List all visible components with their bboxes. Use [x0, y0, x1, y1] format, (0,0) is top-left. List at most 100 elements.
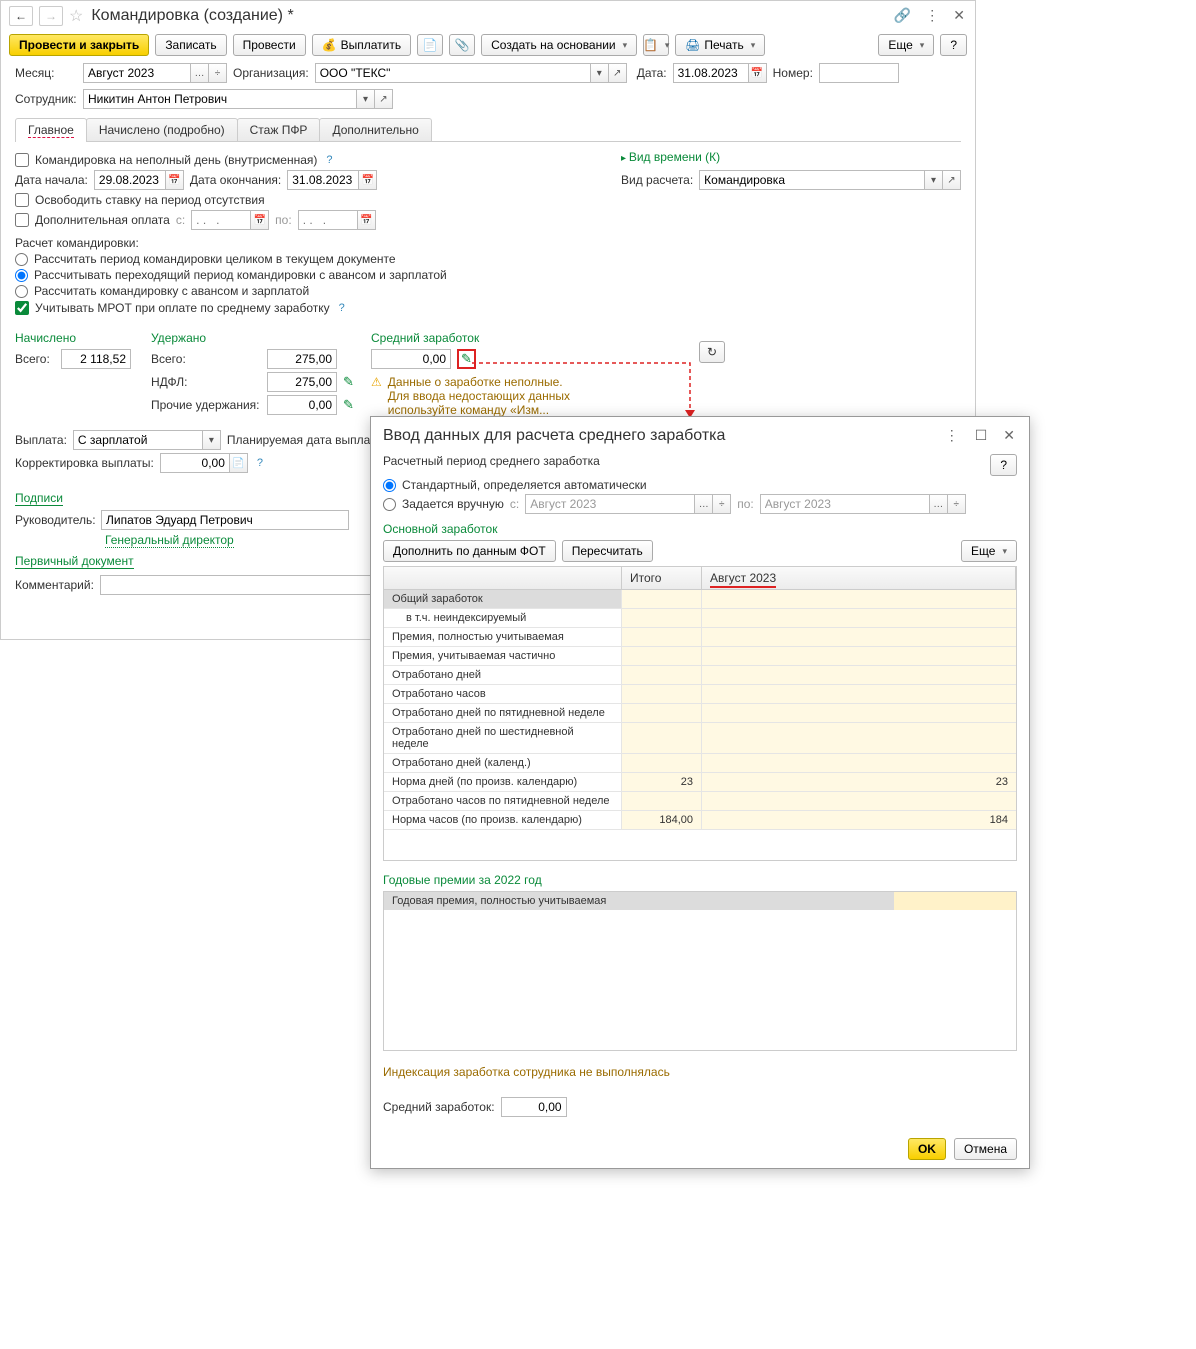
kebab-icon[interactable]: ⋮: [923, 5, 941, 26]
release-rate-checkbox[interactable]: [15, 193, 29, 207]
pay-button[interactable]: 💰Выплатить: [312, 34, 411, 56]
signs-link[interactable]: Подписи: [15, 491, 63, 506]
start-date-input[interactable]: [94, 170, 166, 190]
primary-doc-link[interactable]: Первичный документ: [15, 554, 134, 569]
calc-radio-1[interactable]: [15, 253, 28, 266]
post-and-close-button[interactable]: Провести и закрыть: [9, 34, 149, 56]
doc-icon-button[interactable]: 📄: [417, 34, 443, 56]
mrot-checkbox[interactable]: [15, 301, 29, 315]
month-stepper-icon[interactable]: ÷: [209, 63, 227, 83]
end-date-input[interactable]: [287, 170, 359, 190]
tab-extra[interactable]: Дополнительно: [319, 118, 431, 141]
correction-input[interactable]: [160, 453, 230, 473]
calc-radio-2[interactable]: [15, 269, 28, 282]
tab-pfr[interactable]: Стаж ПФР: [237, 118, 321, 141]
table-row[interactable]: Премия, учитываемая частично: [384, 647, 1016, 666]
tab-main[interactable]: Главное: [15, 118, 87, 141]
nav-forward-button[interactable]: →: [39, 6, 63, 26]
employee-dropdown-icon[interactable]: ▾: [357, 89, 375, 109]
dialog-kebab-icon[interactable]: ⋮: [943, 425, 961, 446]
help-icon[interactable]: ?: [326, 154, 332, 166]
table-row[interactable]: Норма часов (по произв. календарю)184,00…: [384, 811, 1016, 830]
ok-button[interactable]: OK: [908, 1138, 946, 1160]
period-manual-radio[interactable]: [383, 498, 396, 511]
employee-open-icon[interactable]: ↗: [375, 89, 393, 109]
copy-icon-button[interactable]: 📋: [643, 34, 669, 56]
dialog-more-button[interactable]: Еще: [961, 540, 1017, 562]
help-button[interactable]: ?: [940, 34, 967, 56]
table-row[interactable]: Отработано часов: [384, 685, 1016, 704]
table-row[interactable]: Норма дней (по произв. календарю)2323: [384, 773, 1016, 792]
row-total: [622, 609, 702, 627]
fill-fot-button[interactable]: Дополнить по данным ФОТ: [383, 540, 556, 562]
more-button[interactable]: Еще: [878, 34, 934, 56]
org-input[interactable]: [315, 63, 591, 83]
help-icon-3[interactable]: ?: [257, 457, 263, 469]
favorite-icon[interactable]: ☆: [69, 6, 83, 26]
period-auto-radio[interactable]: [383, 479, 396, 492]
avg-input[interactable]: [371, 349, 451, 369]
extra-pay-checkbox[interactable]: [15, 213, 29, 227]
close-icon[interactable]: ✕: [951, 5, 967, 26]
org-open-icon[interactable]: ↗: [609, 63, 627, 83]
partial-day-checkbox[interactable]: [15, 153, 29, 167]
number-input[interactable]: [819, 63, 899, 83]
month-input[interactable]: [83, 63, 191, 83]
tab-accrued[interactable]: Начислено (подробно): [86, 118, 238, 141]
extra-from-label: с:: [176, 213, 185, 227]
correction-calc-icon[interactable]: 📄: [230, 453, 248, 473]
save-button[interactable]: Записать: [155, 34, 226, 56]
avg-header: Средний заработок: [371, 331, 601, 345]
table-row[interactable]: Премия, полностью учитываемая: [384, 628, 1016, 647]
gendir-link[interactable]: Генеральный директор: [105, 533, 234, 548]
calc-type-open-icon[interactable]: ↗: [943, 170, 961, 190]
ndfl-edit-icon[interactable]: ✎: [343, 374, 354, 390]
th-total[interactable]: Итого: [622, 567, 702, 589]
manager-input[interactable]: [101, 510, 349, 530]
ndfl-input[interactable]: [267, 372, 337, 392]
year-row-label[interactable]: Годовая премия, полностью учитываемая: [384, 892, 894, 910]
tab-main-label: Главное: [28, 123, 74, 138]
table-row[interactable]: Отработано дней по пятидневной неделе: [384, 704, 1016, 723]
calc-radio-3[interactable]: [15, 285, 28, 298]
post-button[interactable]: Провести: [233, 34, 306, 56]
date-input[interactable]: [673, 63, 749, 83]
time-type-link[interactable]: Вид времени (К): [621, 150, 961, 164]
th-indicator[interactable]: [384, 567, 622, 589]
month-picker-icon[interactable]: …: [191, 63, 209, 83]
print-button[interactable]: 🖨Печать: [675, 34, 765, 56]
calc-type-input[interactable]: [699, 170, 925, 190]
accrued-total-input[interactable]: [61, 349, 131, 369]
table-row[interactable]: Отработано часов по пятидневной неделе: [384, 792, 1016, 811]
employee-input[interactable]: [83, 89, 357, 109]
table-row[interactable]: в т.ч. неиндексируемый: [384, 609, 1016, 628]
nav-back-button[interactable]: ←: [9, 6, 33, 26]
table-row[interactable]: Отработано дней (календ.): [384, 754, 1016, 773]
table-row[interactable]: Общий заработок: [384, 590, 1016, 609]
row-month: [702, 723, 1016, 753]
other-withheld-input[interactable]: [267, 395, 337, 415]
dialog-maximize-icon[interactable]: ☐: [973, 425, 990, 446]
help-icon-2[interactable]: ?: [339, 302, 345, 314]
date-calendar-icon[interactable]: 📅: [749, 63, 767, 83]
start-calendar-icon[interactable]: 📅: [166, 170, 184, 190]
dialog-close-icon[interactable]: ✕: [1001, 425, 1017, 446]
payout-dropdown-icon[interactable]: ▾: [203, 430, 221, 450]
th-month[interactable]: Август 2023: [702, 567, 1016, 589]
attach-icon-button[interactable]: 📎: [449, 34, 475, 56]
dialog-avg-input[interactable]: [501, 1097, 567, 1117]
cancel-button[interactable]: Отмена: [954, 1138, 1017, 1160]
year-row-value[interactable]: [894, 892, 1016, 910]
other-edit-icon[interactable]: ✎: [343, 397, 354, 413]
org-dropdown-icon[interactable]: ▾: [591, 63, 609, 83]
payout-input[interactable]: [73, 430, 203, 450]
end-calendar-icon[interactable]: 📅: [359, 170, 377, 190]
table-row[interactable]: Отработано дней по шестидневной неделе: [384, 723, 1016, 754]
dialog-help-button[interactable]: ?: [990, 454, 1017, 476]
withheld-total-input[interactable]: [267, 349, 337, 369]
table-row[interactable]: Отработано дней: [384, 666, 1016, 685]
link-icon[interactable]: 🔗: [892, 5, 913, 26]
calc-type-dropdown-icon[interactable]: ▾: [925, 170, 943, 190]
recalc-button[interactable]: Пересчитать: [562, 540, 653, 562]
create-basis-button[interactable]: Создать на основании: [481, 34, 637, 56]
